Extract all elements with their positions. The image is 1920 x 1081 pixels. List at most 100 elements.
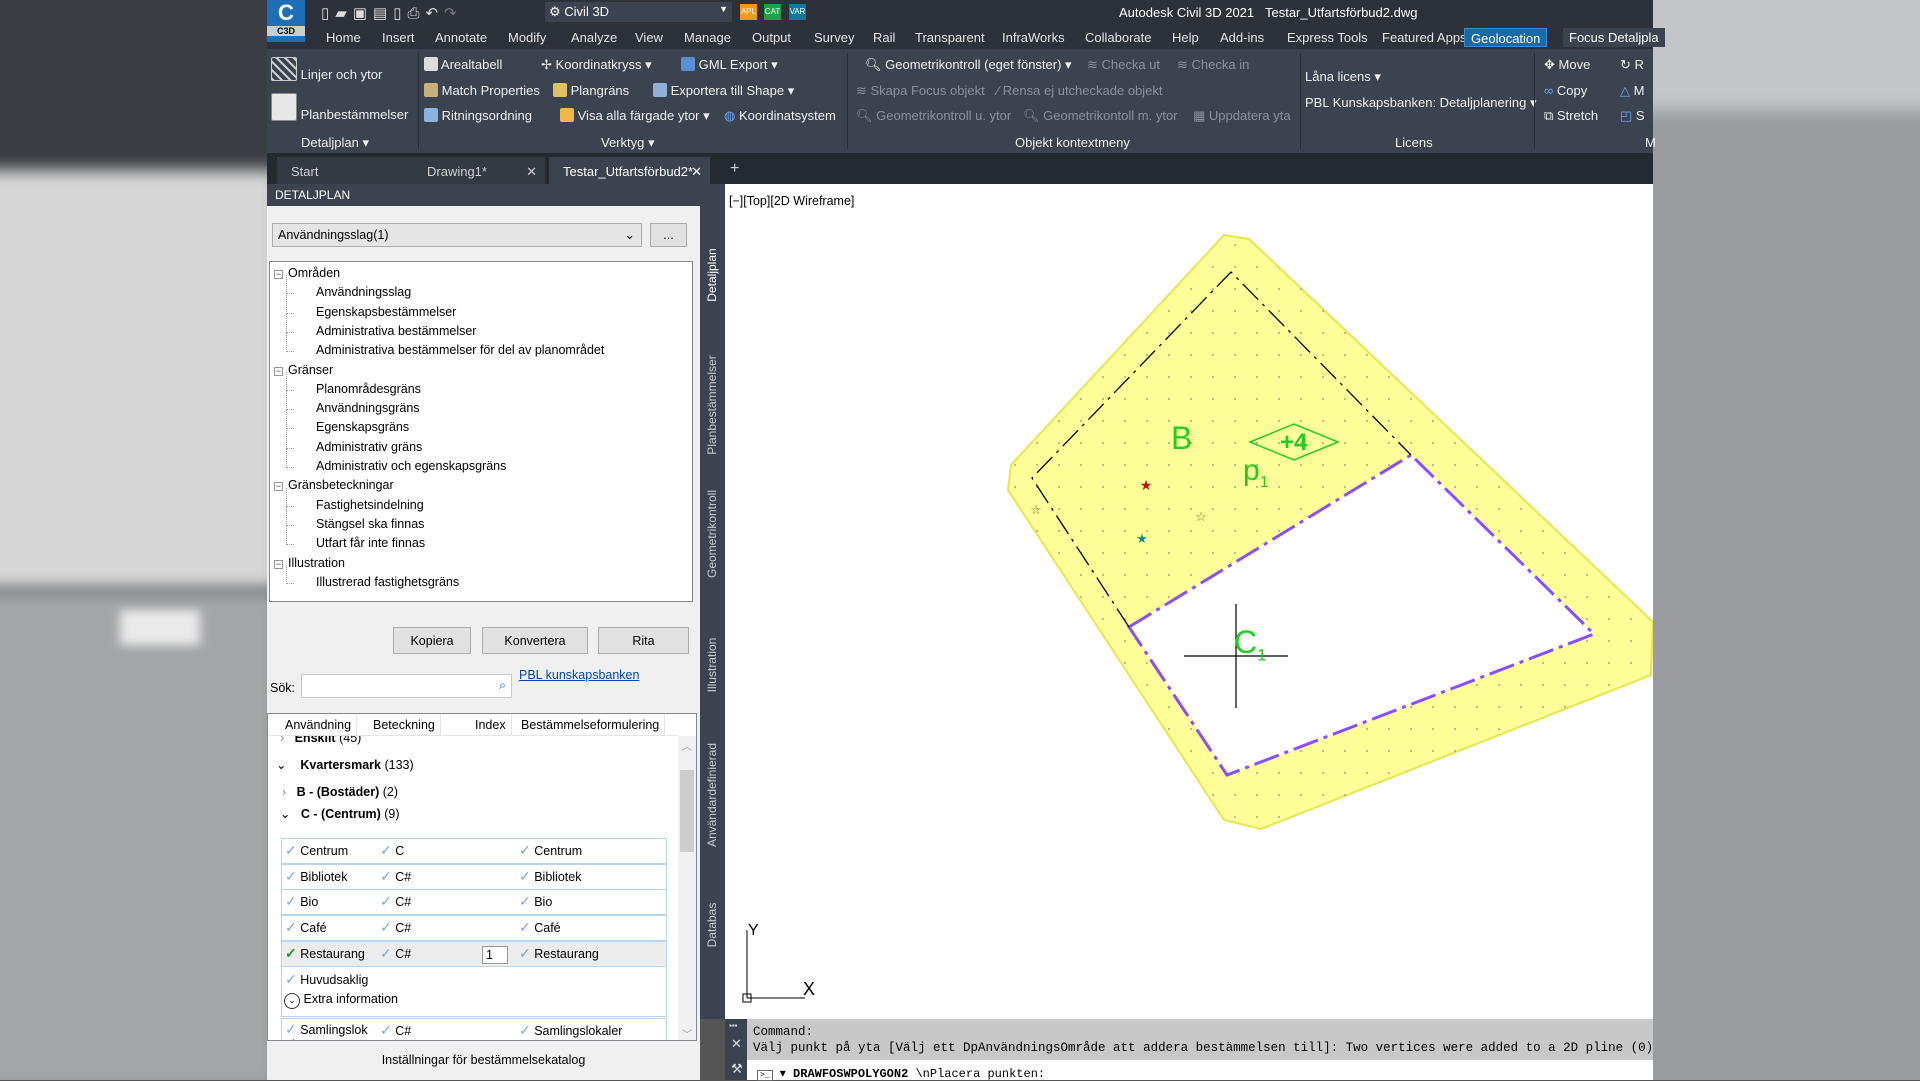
check-icon[interactable]: ✓ (380, 919, 392, 935)
tab-testar-utfartsforbud2[interactable]: Testar_Utfartsförbud2* ✕ (549, 157, 710, 184)
planbestammelser-button[interactable]: Planbestämmelser (271, 93, 408, 122)
check-icon[interactable]: ✓ (519, 893, 531, 909)
tree-item[interactable]: Användningsgräns (316, 401, 420, 415)
tab-infraworks[interactable]: InfraWorks (996, 28, 1071, 47)
tab-collaborate[interactable]: Collaborate (1079, 28, 1158, 47)
mirror-button[interactable]: △ M (1620, 83, 1644, 99)
index-input[interactable]: 1 (482, 945, 508, 964)
tree-item[interactable]: Administrativ gräns (316, 440, 422, 454)
table-row[interactable]: ✓ Bio ✓ C# ✓ Bio (281, 889, 667, 916)
tab-featured-apps[interactable]: Featured Apps (1376, 28, 1473, 47)
rensa-button[interactable]: ⁄ Rensa ej utcheckade objekt (997, 83, 1163, 98)
close-icon[interactable]: ✕ (526, 164, 537, 180)
check-icon[interactable]: ✓ (519, 842, 531, 858)
tab-modify[interactable]: Modify (502, 28, 552, 47)
arealtabell-button[interactable]: Arealtabell (424, 57, 502, 72)
tab-focus-detaljpla[interactable]: Focus Detaljpla (1563, 28, 1665, 47)
customize-wrench-icon[interactable]: ⚒ (731, 1061, 743, 1077)
drawing-viewport[interactable]: [−][Top][2D Wireframe] ★ ☆ ☆ ★ B +4 p1 C… (725, 184, 1653, 1019)
lana-licens-button[interactable]: Låna licens ▾ (1305, 69, 1381, 85)
checka-in-button[interactable]: ≋ Checka in (1177, 57, 1249, 73)
tree-node[interactable]: − Områden (274, 266, 340, 280)
side-tab-detaljplan[interactable]: Detaljplan (705, 215, 719, 335)
tree-item[interactable]: Stängsel ska finnas (316, 517, 424, 531)
exportera-shape-button[interactable]: Exportera till Shape ▾ (653, 83, 794, 99)
collapse-icon[interactable]: − (274, 366, 283, 376)
linjer-och-ytor-button[interactable]: Linjer och ytor (271, 57, 382, 82)
app-menu-button[interactable]: C C3D (267, 0, 305, 42)
pbl-kunskapsbanken-link[interactable]: PBL kunskapsbanken (519, 668, 639, 682)
collapse-icon[interactable]: − (274, 270, 283, 279)
tab-add-ins[interactable]: Add-ins (1214, 28, 1270, 47)
tab-analyze[interactable]: Analyze (565, 28, 623, 47)
mobile-icon[interactable]: ▯ (393, 5, 407, 22)
scrollbar-thumb[interactable] (680, 770, 694, 852)
settings-footer-button[interactable]: Inställningar för bestämmelsekatalog (267, 1041, 700, 1080)
rotate-button[interactable]: ↻ R (1620, 57, 1644, 73)
tab-geolocation[interactable]: Geolocation (1464, 28, 1548, 47)
tab-view[interactable]: View (629, 28, 669, 47)
new-icon[interactable]: ▯ (321, 5, 335, 22)
gml-export-button[interactable]: GML Export ▾ (681, 57, 778, 73)
check-icon[interactable]: ✓ (285, 945, 297, 961)
group-c-centrum[interactable]: ⌄ C - (Centrum) (9) (280, 806, 400, 821)
tree-item[interactable]: Administrativa bestämmelser för del av p… (316, 343, 604, 357)
tab-output[interactable]: Output (746, 28, 797, 47)
tree-item[interactable]: Utfart får inte finnas (316, 536, 425, 550)
tree-item[interactable]: Illustrerad fastighetsgräns (316, 575, 459, 589)
koordinatkryss-button[interactable]: ✢ Koordinatkryss ▾ (541, 57, 652, 73)
table-row[interactable]: ✓ Samlingslok aler ✓ C# ✓ Samlingslokale… (281, 1018, 667, 1040)
column-header[interactable]: Index (470, 714, 512, 736)
side-tab-användardefinierad[interactable]: Användardefinierad (705, 735, 719, 855)
tab-annotate[interactable]: Annotate (429, 28, 493, 47)
koordinatsystem-button[interactable]: ◍ Koordinatsystem (724, 108, 836, 124)
match-properties-button[interactable]: Match Properties (424, 83, 540, 98)
geometrikontroll-button[interactable]: 🔍︎ Geometrikontroll (eget fönster) ▾ (865, 57, 1072, 73)
table-row[interactable]: ✓ Restaurang ✓ C# 1 ✓ Restaurang (281, 940, 667, 967)
side-tab-geometrikontroll[interactable]: Geometrikontroll (705, 474, 719, 594)
undo-icon[interactable]: ↶ (425, 5, 444, 22)
tree-item[interactable]: Administrativa bestämmelser (316, 324, 476, 338)
print-icon[interactable]: ⎙ (407, 5, 425, 22)
panel-label-detaljplan[interactable]: Detaljplan ▾ (301, 135, 369, 151)
tab-insert[interactable]: Insert (376, 28, 421, 47)
tab-drawing1[interactable]: Drawing1* ✕ (413, 157, 545, 184)
search-input[interactable]: ⌕ (301, 674, 512, 698)
visa-fargade-ytor-button[interactable]: Visa alla färgade ytor ▾ (560, 108, 710, 124)
command-input[interactable]: >_ ▾ DRAWFOSWPOLYGON2 \nPlacera punkten: (747, 1061, 1653, 1081)
tree-item[interactable]: Planområdesgräns (316, 382, 421, 396)
save-as-icon[interactable]: ▤ (373, 5, 393, 22)
tab-manage[interactable]: Manage (678, 28, 737, 47)
check-icon[interactable]: ✓ (380, 893, 392, 909)
tab-rail[interactable]: Rail (867, 28, 901, 47)
tree-item[interactable]: Administrativ och egenskapsgräns (316, 459, 506, 473)
grip-icon[interactable]: ▪▪▪ (729, 1021, 738, 1030)
move-button[interactable]: ✥ Move (1544, 57, 1590, 73)
tree-item[interactable]: Användningsslag (316, 285, 411, 299)
tab-express-tools[interactable]: Express Tools (1281, 28, 1374, 47)
var-button[interactable]: VAR (789, 4, 806, 20)
scale-button[interactable]: ◰ S (1620, 108, 1645, 124)
copy-button[interactable]: ∞ Copy (1544, 83, 1587, 98)
kopiera-button[interactable]: Kopiera (393, 627, 471, 654)
check-icon[interactable]: ✓ (285, 919, 297, 935)
open-icon[interactable]: ▰ (335, 5, 353, 22)
check-icon[interactable]: ✓ (285, 893, 297, 909)
tab-start[interactable]: Start (277, 157, 427, 184)
save-icon[interactable]: ▣ (353, 5, 373, 22)
check-icon[interactable]: ✓ (519, 868, 531, 884)
apl-button[interactable]: APL (740, 4, 757, 20)
search-icon[interactable]: ⌕ (499, 678, 506, 693)
stretch-button[interactable]: ⧉ Stretch (1544, 108, 1598, 124)
uppdatera-yta-button[interactable]: ▦ Uppdatera yta (1193, 108, 1291, 124)
scroll-down-icon[interactable]: ﹀ (682, 1026, 692, 1040)
cat-button[interactable]: CAT (764, 4, 781, 20)
side-tab-planbestämmelser[interactable]: Planbestämmelser (705, 345, 719, 465)
konvertera-button[interactable]: Konvertera (482, 627, 588, 654)
check-icon[interactable]: ✓ (285, 868, 297, 884)
table-row[interactable]: ✓ Café ✓ C# ✓ Café (281, 915, 667, 942)
redo-icon[interactable]: ↷ (444, 5, 463, 22)
tab-survey[interactable]: Survey (808, 28, 860, 47)
check-icon[interactable]: ✓ (380, 868, 392, 884)
tree-item[interactable]: Egenskapsgräns (316, 420, 409, 434)
